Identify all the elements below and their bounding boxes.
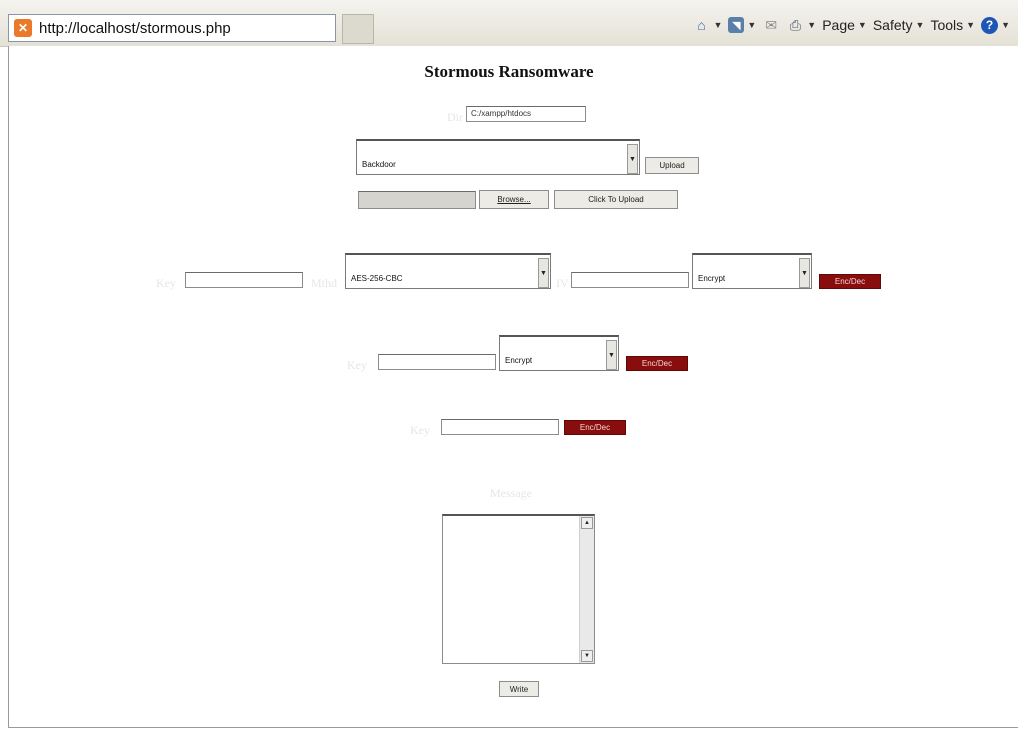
enc-dec-button[interactable]: Enc/Dec [819, 274, 881, 289]
mode-value: Encrypt [698, 274, 726, 283]
key-label: Key [410, 423, 430, 437]
scroll-down-icon[interactable]: ▼ [581, 650, 593, 662]
file-path-input[interactable] [358, 191, 476, 209]
iv-input[interactable] [571, 272, 689, 288]
chevron-down-icon: ▼ [807, 20, 817, 30]
dir-label: Dir [447, 110, 463, 124]
print-button[interactable]: ⎙ ▼ [786, 16, 817, 34]
print-icon: ⎙ [789, 16, 801, 33]
chevron-down-icon: ▼ [915, 20, 925, 30]
help-menu[interactable]: ? ▼ [981, 16, 1010, 34]
safety-menu[interactable]: Safety ▼ [873, 17, 925, 33]
scroll-up-icon[interactable]: ▲ [581, 517, 593, 529]
chevron-down-icon: ▼ [713, 20, 723, 30]
mode-select[interactable]: Encrypt ▼ [499, 335, 619, 371]
enc-dec-button[interactable]: Enc/Dec [626, 356, 688, 371]
chevron-down-icon: ▼ [1001, 20, 1010, 30]
browse-button[interactable]: Browse... [479, 190, 549, 209]
browser-toolbar: ✕ http://localhost/stormous.php ⌂ ▼ ◥ ▼ ✉ … [0, 0, 1018, 47]
dropdown-arrow-icon[interactable]: ▼ [799, 258, 810, 288]
click-to-upload-button[interactable]: Click To Upload [554, 190, 678, 209]
key-label: Key [347, 358, 367, 372]
method-label: Mthd [311, 276, 338, 290]
tools-menu-label: Tools [930, 17, 964, 33]
mode-value: Encrypt [505, 356, 533, 365]
method-select[interactable]: AES-256-CBC ▼ [345, 253, 551, 289]
site-favicon-icon: ✕ [14, 19, 32, 37]
url-text[interactable]: http://localhost/stormous.php [39, 20, 231, 37]
safety-menu-label: Safety [872, 17, 913, 33]
method-value: AES-256-CBC [351, 274, 403, 283]
scrollbar[interactable] [579, 516, 594, 663]
key-input[interactable] [378, 354, 496, 370]
message-textarea[interactable]: ▲ ▼ [442, 514, 595, 664]
mode-select[interactable]: Encrypt ▼ [692, 253, 812, 289]
key-label: Key [156, 276, 176, 290]
page-title: Stormous Ransomware [424, 62, 594, 81]
page-menu[interactable]: Page ▼ [822, 17, 867, 33]
upload-button[interactable]: Upload [645, 157, 699, 174]
dir-input[interactable]: C:/xampp/htdocs [466, 106, 586, 122]
new-tab-button[interactable] [342, 14, 374, 44]
iv-label: IV [556, 276, 569, 290]
help-icon: ? [981, 16, 999, 34]
mail-button[interactable]: ✉ [762, 16, 780, 34]
mail-icon: ✉ [765, 16, 778, 33]
key-input[interactable] [185, 272, 303, 288]
address-bar[interactable]: ✕ http://localhost/stormous.php [8, 14, 336, 42]
write-button[interactable]: Write [499, 681, 539, 697]
dropdown-arrow-icon[interactable]: ▼ [627, 144, 638, 174]
enc-dec-button[interactable]: Enc/Dec [564, 420, 626, 435]
dropdown-arrow-icon[interactable]: ▼ [538, 258, 549, 288]
tools-menu[interactable]: Tools ▼ [930, 17, 975, 33]
page-menu-label: Page [822, 17, 855, 33]
dropdown-arrow-icon[interactable]: ▼ [606, 340, 617, 370]
message-label: Message [490, 486, 532, 500]
feeds-icon: ◥ [728, 17, 745, 33]
upload-type-select[interactable]: Backdoor ▼ [356, 139, 640, 175]
chevron-down-icon: ▼ [966, 20, 976, 30]
chevron-down-icon: ▼ [747, 20, 757, 30]
chevron-down-icon: ▼ [857, 20, 867, 30]
key-input[interactable] [441, 419, 559, 435]
home-button[interactable]: ⌂ ▼ [692, 16, 722, 34]
home-icon: ⌂ [697, 17, 706, 33]
upload-type-value: Backdoor [362, 160, 396, 169]
command-bar: ⌂ ▼ ◥ ▼ ✉ ⎙ ▼ Page ▼ Safety ▼ Tools ▼ ? ▼ [692, 16, 1010, 34]
feeds-button[interactable]: ◥ ▼ [728, 17, 756, 33]
